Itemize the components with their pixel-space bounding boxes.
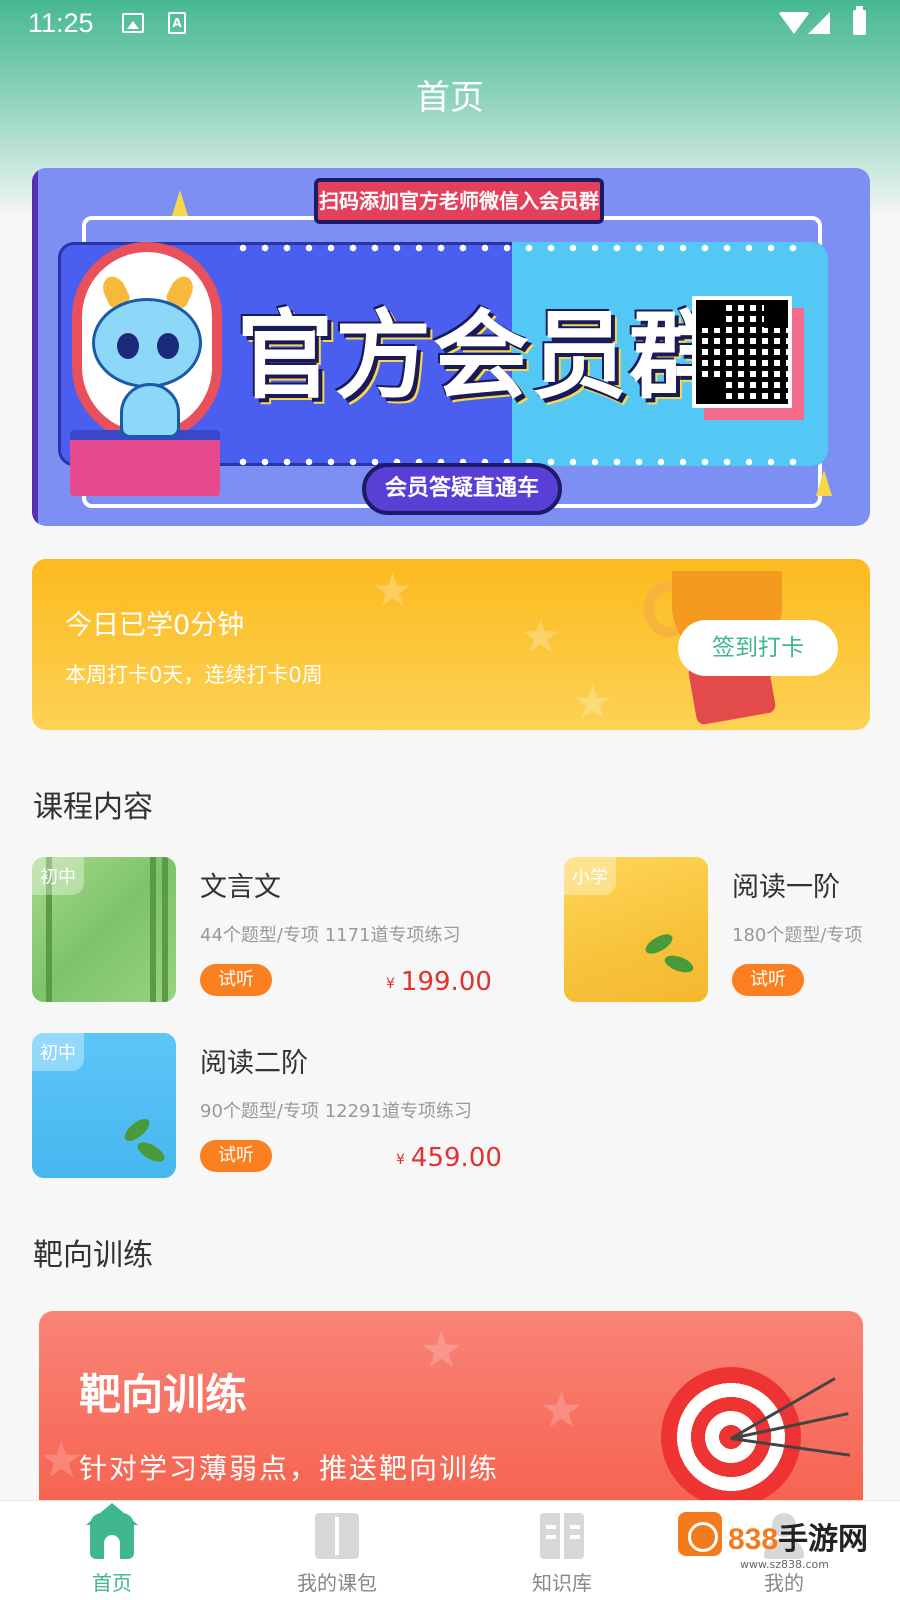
course-card[interactable]: 小学 阅读一阶 180个题型/专项 试听 [564, 857, 870, 1002]
leaf-decor [642, 930, 676, 958]
target-section-title: 靶向训练 [33, 1238, 153, 1273]
decor-star-icon: ★ [572, 675, 614, 729]
sparkle-icon [172, 190, 188, 216]
banner-dots-top [232, 244, 812, 252]
leaf-decor [121, 1114, 153, 1146]
decor-star-icon: ★ [520, 609, 562, 663]
trial-button[interactable]: 试听 [200, 1140, 272, 1172]
signal-icon [808, 12, 830, 34]
mascot-eye [157, 333, 179, 359]
course-thumbnail: 初中 [32, 857, 176, 1002]
tab-my-courses[interactable]: 我的课包 [277, 1501, 397, 1600]
mascot-eye [117, 333, 139, 359]
checkin-button[interactable]: 签到打卡 [678, 620, 838, 676]
app-notification-icon: A [168, 12, 186, 34]
price-value: 199.00 [400, 967, 492, 997]
tab-label: 首页 [92, 1571, 132, 1595]
currency-symbol: ¥ [396, 1152, 405, 1168]
page-title: 首页 [416, 78, 484, 118]
courses-section-title: 课程内容 [33, 790, 153, 825]
tab-label: 我的课包 [297, 1571, 377, 1595]
leaf-decor [134, 1138, 168, 1166]
tab-knowledge-base[interactable]: 知识库 [502, 1501, 622, 1600]
course-level-tag: 初中 [32, 1033, 84, 1071]
image-notification-icon [122, 13, 144, 33]
course-level-tag: 初中 [32, 857, 84, 895]
watermark-name: 手游网 [778, 1523, 869, 1556]
currency-symbol: ¥ [386, 976, 395, 992]
course-price: ¥459.00 [396, 1143, 502, 1173]
course-meta: 44个题型/专项 1171道专项练习 [200, 925, 461, 946]
course-level-tag: 小学 [564, 857, 616, 895]
watermark: 838手游网 www.sz838.com [666, 1508, 892, 1584]
mascot-body [120, 383, 180, 438]
banner-headline: 官方会员群 [237, 300, 727, 412]
leaf-decor [662, 952, 696, 976]
banner-bottom-label: 会员答疑直通车 [362, 463, 562, 515]
target-training-card[interactable]: ★ ★ ★ 靶向训练 针对学习薄弱点，推送靶向训练 [39, 1311, 863, 1511]
course-card[interactable]: 初中 文言文 44个题型/专项 1171道专项练习 试听 ¥199.00 [32, 857, 532, 1002]
qr-code-icon [692, 296, 792, 408]
mascot-pedestal [70, 430, 220, 496]
decor-star-icon: ★ [372, 563, 414, 617]
status-time: 11:25 [28, 8, 94, 38]
course-name: 阅读一阶 [732, 872, 840, 903]
course-card[interactable]: 初中 阅读二阶 90个题型/专项 12291道专项练习 试听 ¥459.00 [32, 1033, 532, 1178]
battery-icon [853, 6, 866, 35]
dragon-logo-icon [678, 1512, 722, 1556]
carousel-prev-edge [32, 168, 38, 526]
tab-label: 知识库 [532, 1571, 592, 1595]
course-meta: 90个题型/专项 12291道专项练习 [200, 1101, 472, 1122]
course-name: 阅读二阶 [200, 1048, 308, 1079]
watermark-number: 838 [728, 1523, 779, 1556]
bamboo-stalk [162, 857, 168, 1002]
bamboo-stalk [150, 857, 156, 1002]
watermark-brand: 838手游网 [728, 1514, 868, 1558]
book-icon [315, 1513, 359, 1559]
tab-home[interactable]: 首页 [52, 1501, 172, 1600]
target-card-subtitle: 针对学习薄弱点，推送靶向训练 [79, 1452, 500, 1485]
price-value: 459.00 [410, 1143, 502, 1173]
decor-star-icon: ★ [39, 1431, 84, 1489]
decor-star-icon: ★ [419, 1321, 464, 1379]
knowledge-icon [540, 1513, 584, 1559]
banner-top-label: 扫码添加官方老师微信入会员群 [314, 178, 604, 224]
home-icon [86, 1503, 138, 1559]
course-name: 文言文 [200, 872, 281, 903]
watermark-url: www.sz838.com [740, 1558, 829, 1571]
banner-carousel[interactable]: 扫码添加官方老师微信入会员群 官方会员群 会员答疑直通车 [32, 168, 870, 526]
target-card-title: 靶向训练 [79, 1370, 248, 1419]
sparkle-icon [816, 470, 832, 496]
trial-button[interactable]: 试听 [732, 964, 804, 996]
course-meta: 180个题型/专项 [732, 925, 863, 946]
status-bar: 11:25 A [0, 0, 900, 50]
decor-star-icon: ★ [539, 1381, 584, 1439]
course-thumbnail: 初中 [32, 1033, 176, 1178]
checkin-streak: 本周打卡0天，连续打卡0周 [65, 663, 323, 687]
wifi-icon [778, 12, 810, 34]
today-study-time: 今日已学0分钟 [65, 610, 245, 641]
mascot-dragon-icon [92, 298, 202, 388]
course-thumbnail: 小学 [564, 857, 708, 1002]
trial-button[interactable]: 试听 [200, 964, 272, 996]
course-price: ¥199.00 [386, 967, 492, 997]
